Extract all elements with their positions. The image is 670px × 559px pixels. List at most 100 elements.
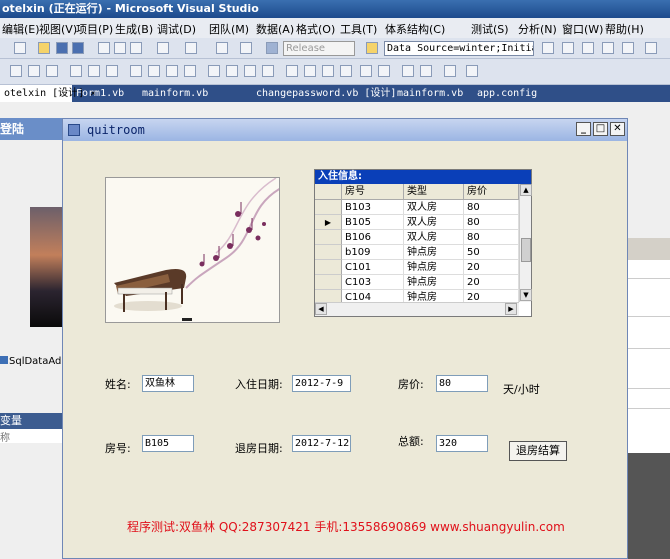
cell-room[interactable]: B106 [342, 230, 404, 245]
picture-box[interactable] [105, 177, 280, 323]
tab-mainform-2[interactable]: mainform.vb [393, 85, 467, 102]
toolbox-icon[interactable] [602, 42, 614, 54]
cell-type[interactable]: 钟点房 [404, 245, 464, 260]
cell-type[interactable]: 双人房 [404, 230, 464, 245]
bring-to-front-icon[interactable] [402, 65, 414, 77]
minimize-icon[interactable]: _ [576, 122, 591, 136]
cell-type[interactable]: 钟点房 [404, 290, 464, 302]
cell-price[interactable]: 80 [464, 200, 519, 215]
cell-price[interactable]: 50 [464, 245, 519, 260]
cell-price[interactable]: 80 [464, 230, 519, 245]
hspacing-decrease-icon[interactable] [244, 65, 256, 77]
add-item-icon[interactable] [14, 42, 26, 54]
hspacing-increase-icon[interactable] [226, 65, 238, 77]
hspacing-equal-icon[interactable] [208, 65, 220, 77]
align-rights-icon[interactable] [46, 65, 58, 77]
column-header-price[interactable]: 房价 [464, 184, 519, 200]
column-header-type[interactable]: 类型 [404, 184, 464, 200]
hspacing-remove-icon[interactable] [262, 65, 274, 77]
tab-changepassword-design[interactable]: changepassword.vb [设计] [252, 85, 400, 102]
price-field[interactable]: 80 [436, 375, 488, 392]
make-same-height-icon[interactable] [148, 65, 160, 77]
name-field[interactable]: 双鱼林 [142, 375, 194, 392]
cell-type[interactable]: 双人房 [404, 215, 464, 230]
table-row[interactable]: B106 双人房 80 [315, 230, 519, 245]
navigate-icon[interactable] [216, 42, 228, 54]
scroll-down-icon[interactable]: ▼ [520, 289, 532, 301]
table-row[interactable]: C103 钟点房 20 [315, 275, 519, 290]
cell-room[interactable]: C104 [342, 290, 404, 302]
cell-type[interactable]: 钟点房 [404, 260, 464, 275]
menu-test[interactable]: 测试(S) [471, 21, 509, 37]
checkout-button[interactable]: 退房结算 [509, 441, 567, 461]
row-header[interactable] [315, 200, 342, 215]
menu-tools[interactable]: 工具(T) [340, 21, 377, 37]
properties-icon[interactable] [562, 42, 574, 54]
start-page-icon[interactable] [622, 42, 634, 54]
checkin-date-field[interactable]: 2012-7-9 13 [292, 375, 351, 392]
menu-build[interactable]: 生成(B) [115, 21, 153, 37]
maximize-icon[interactable]: □ [593, 122, 608, 136]
cell-room[interactable]: C103 [342, 275, 404, 290]
scroll-right-icon[interactable]: ▶ [505, 303, 517, 315]
align-tops-icon[interactable] [70, 65, 82, 77]
tab-mainform[interactable]: mainform.vb [138, 85, 212, 102]
menu-debug[interactable]: 调试(D) [157, 21, 196, 37]
menu-architecture[interactable]: 体系结构(C) [385, 21, 445, 37]
save-icon[interactable] [56, 42, 68, 54]
menu-data[interactable]: 数据(A) [256, 21, 294, 37]
table-row[interactable]: C101 钟点房 20 [315, 260, 519, 275]
cell-room[interactable]: B103 [342, 200, 404, 215]
row-header[interactable] [315, 275, 342, 290]
cell-price[interactable]: 80 [464, 215, 519, 230]
tab-order-icon[interactable] [444, 65, 456, 77]
scroll-thumb[interactable] [521, 238, 531, 262]
send-to-back-icon[interactable] [420, 65, 432, 77]
redo-icon[interactable] [185, 42, 197, 54]
table-row[interactable]: b109 钟点房 50 [315, 245, 519, 260]
table-row[interactable]: B103 双人房 80 [315, 200, 519, 215]
cell-type[interactable]: 钟点房 [404, 275, 464, 290]
tab-app-config[interactable]: app.config [473, 85, 541, 102]
row-header[interactable] [315, 245, 342, 260]
make-same-width-icon[interactable] [130, 65, 142, 77]
cell-room[interactable]: b109 [342, 245, 404, 260]
menu-view[interactable]: 视图(V) [39, 21, 77, 37]
size-to-grid-icon[interactable] [184, 65, 196, 77]
cell-room[interactable]: B105 [342, 215, 404, 230]
align-bottoms-icon[interactable] [106, 65, 118, 77]
row-header[interactable] [315, 290, 342, 302]
paste-icon[interactable] [130, 42, 142, 54]
total-field[interactable]: 320 [436, 435, 488, 452]
vertical-scrollbar[interactable]: ▲ ▼ [519, 184, 532, 302]
checkout-date-field[interactable]: 2012-7-12 1 [292, 435, 351, 452]
solution-explorer-icon[interactable] [542, 42, 554, 54]
open-icon[interactable] [38, 42, 50, 54]
vspacing-increase-icon[interactable] [304, 65, 316, 77]
scroll-up-icon[interactable]: ▲ [520, 184, 532, 196]
table-row[interactable]: ▶ B105 双人房 80 [315, 215, 519, 230]
align-middles-icon[interactable] [88, 65, 100, 77]
align-centers-icon[interactable] [28, 65, 40, 77]
align-lefts-icon[interactable] [10, 65, 22, 77]
start-debug-icon[interactable] [266, 42, 278, 54]
menu-project[interactable]: 项目(P) [76, 21, 113, 37]
vspacing-equal-icon[interactable] [286, 65, 298, 77]
tab-form1[interactable]: Form1.vb [72, 85, 128, 102]
row-header[interactable] [315, 260, 342, 275]
tab-otelxin-design[interactable]: otelxin [设计] ✕ [0, 85, 96, 102]
table-row[interactable]: C104 钟点房 20 [315, 290, 519, 302]
undo-icon[interactable] [157, 42, 169, 54]
row-header[interactable] [315, 230, 342, 245]
menu-help[interactable]: 帮助(H) [605, 21, 644, 37]
cut-icon[interactable] [98, 42, 110, 54]
menu-analyze[interactable]: 分析(N) [518, 21, 557, 37]
center-horizontally-icon[interactable] [360, 65, 372, 77]
find-icon[interactable] [366, 42, 378, 54]
navigate-forward-icon[interactable] [240, 42, 252, 54]
extension-manager-icon[interactable] [645, 42, 657, 54]
center-vertically-icon[interactable] [378, 65, 390, 77]
menu-team[interactable]: 团队(M) [209, 21, 249, 37]
object-browser-icon[interactable] [582, 42, 594, 54]
checkin-grid[interactable]: 入住信息: 房号 类型 房价 B103 双人房 80 ▶ B105 双人房 80… [314, 169, 532, 317]
